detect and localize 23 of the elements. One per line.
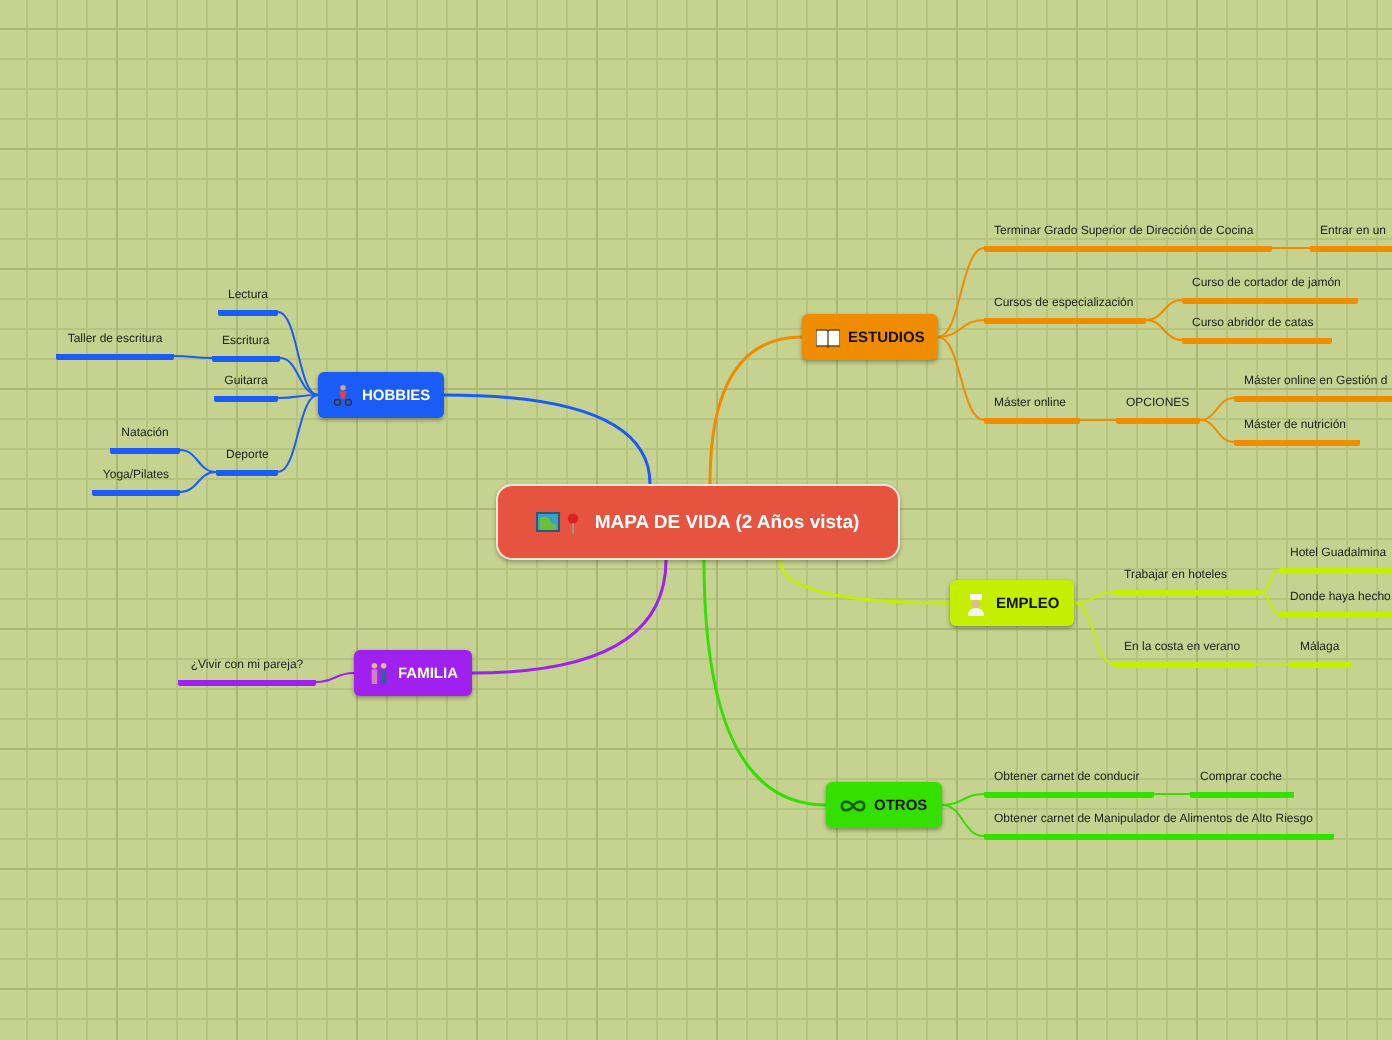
connector-line bbox=[1145, 319, 1183, 341]
map-icon bbox=[536, 512, 561, 532]
connector-line bbox=[179, 471, 217, 493]
connector-line bbox=[1145, 299, 1183, 321]
connector-line bbox=[1199, 397, 1235, 421]
central-topic[interactable]: MAPA DE VIDA (2 Años vista) bbox=[496, 484, 900, 560]
central-title: MAPA DE VIDA (2 Años vista) bbox=[594, 511, 860, 533]
cyclist-icon bbox=[332, 384, 354, 406]
chef-icon bbox=[964, 591, 988, 615]
connector-line bbox=[1259, 569, 1281, 593]
connector-line bbox=[315, 672, 355, 683]
connector-line bbox=[173, 355, 213, 359]
connector-line bbox=[1079, 419, 1117, 421]
pin-icon bbox=[566, 511, 581, 533]
connector-line bbox=[1259, 591, 1281, 615]
connector-line bbox=[179, 449, 217, 473]
connector-line bbox=[1153, 793, 1191, 795]
infinity-icon bbox=[840, 797, 866, 813]
book-icon bbox=[816, 327, 840, 347]
connector-line bbox=[1253, 663, 1291, 665]
couple-icon bbox=[368, 662, 390, 684]
connector-line bbox=[1199, 419, 1235, 443]
connector-line bbox=[1271, 247, 1311, 249]
